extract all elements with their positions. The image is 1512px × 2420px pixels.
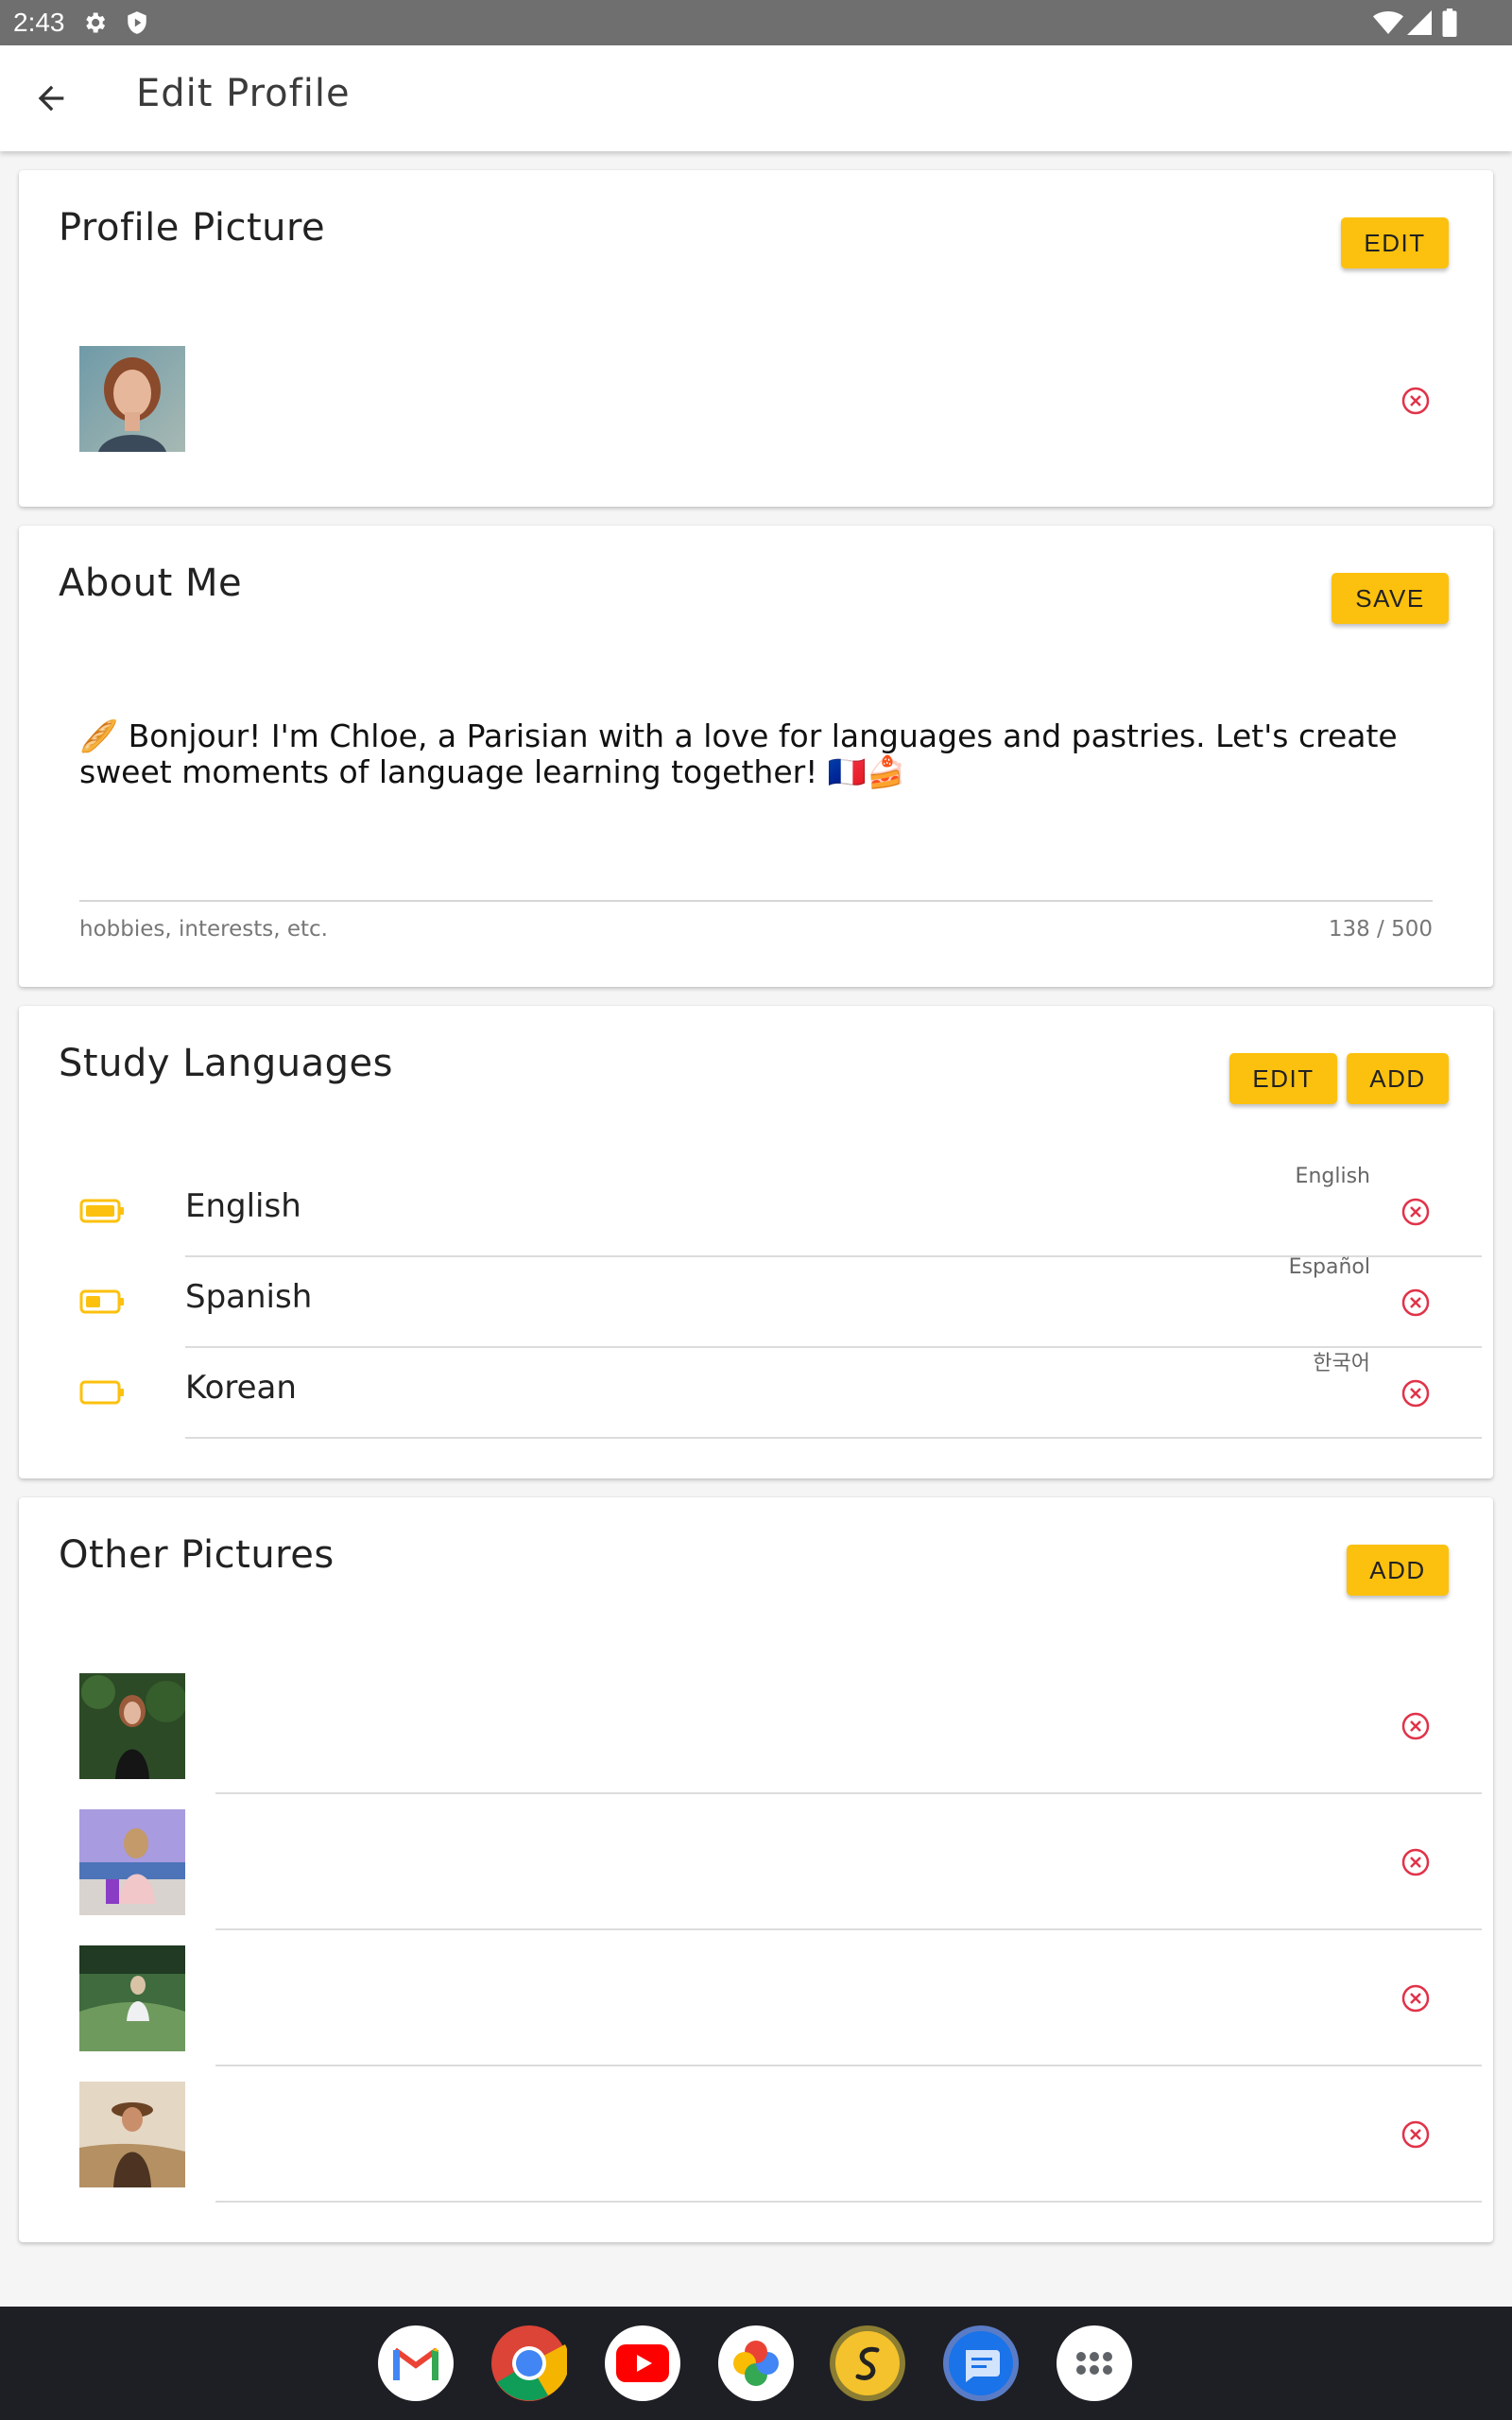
app-bar: Edit Profile <box>0 45 1512 151</box>
list-divider <box>185 1255 1482 1257</box>
add-language-button[interactable]: ADD <box>1347 1053 1449 1104</box>
list-divider <box>185 1346 1482 1348</box>
about-me-card: About Me SAVE 🥖 Bonjour! I'm Chloe, a Pa… <box>19 526 1493 987</box>
photos-icon[interactable] <box>718 2325 794 2401</box>
card-title: Other Pictures <box>59 1533 335 1577</box>
add-picture-button[interactable]: ADD <box>1347 1545 1449 1596</box>
remove-picture-icon[interactable] <box>1400 2119 1431 2150</box>
photo-thumbnail[interactable] <box>79 1945 185 2051</box>
list-divider <box>185 1437 1482 1439</box>
profile-photo[interactable] <box>79 346 185 452</box>
card-title: About Me <box>59 562 243 605</box>
list-divider <box>215 1792 1482 1794</box>
apps-icon[interactable] <box>1057 2325 1132 2401</box>
battery-icon <box>1442 9 1457 37</box>
app-s-icon[interactable] <box>830 2325 905 2401</box>
photo-thumbnail[interactable] <box>79 1809 185 1915</box>
gmail-icon[interactable] <box>378 2325 454 2401</box>
app-dock <box>0 2307 1512 2420</box>
youtube-icon[interactable] <box>605 2325 680 2401</box>
remove-picture-icon[interactable] <box>1400 1847 1431 1877</box>
about-me-textarea[interactable]: 🥖 Bonjour! I'm Chloe, a Parisian with a … <box>79 718 1440 790</box>
settings-gear-icon <box>86 12 106 33</box>
profile-picture-card: Profile Picture EDIT <box>19 170 1493 507</box>
remove-language-icon[interactable] <box>1400 1378 1431 1409</box>
language-native-name: Español <box>1288 1255 1370 1279</box>
page-title: Edit Profile <box>136 72 351 115</box>
remove-profile-picture-icon[interactable] <box>1400 386 1431 416</box>
arrow-left-icon[interactable] <box>28 79 74 117</box>
remove-language-icon[interactable] <box>1400 1197 1431 1227</box>
language-native-name: English <box>1295 1165 1370 1188</box>
save-about-me-button[interactable]: SAVE <box>1332 573 1449 624</box>
remove-language-icon[interactable] <box>1400 1288 1431 1318</box>
remove-picture-icon[interactable] <box>1400 1983 1431 2014</box>
status-time: 2:43 <box>13 8 65 37</box>
edit-profile-picture-button[interactable]: EDIT <box>1341 217 1449 268</box>
language-name: Spanish <box>185 1278 313 1316</box>
language-name: English <box>185 1187 301 1225</box>
status-bar: 2:43 <box>0 0 1512 45</box>
cell-signal-icon <box>1407 10 1432 35</box>
chrome-icon[interactable] <box>491 2325 567 2401</box>
wifi-icon <box>1373 11 1403 34</box>
list-divider <box>215 1928 1482 1930</box>
character-counter: 138 / 500 <box>1328 917 1433 942</box>
messages-icon[interactable] <box>943 2325 1019 2401</box>
card-title: Study Languages <box>59 1042 393 1085</box>
photo-thumbnail[interactable] <box>79 1673 185 1779</box>
battery-empty-icon <box>79 1380 124 1405</box>
language-name: Korean <box>185 1369 297 1407</box>
battery-full-icon <box>79 1199 124 1223</box>
edit-languages-button[interactable]: EDIT <box>1229 1053 1337 1104</box>
list-divider <box>215 2201 1482 2203</box>
study-languages-card: Study Languages EDIT ADD English English… <box>19 1006 1493 1478</box>
about-me-hint: hobbies, interests, etc. <box>79 917 328 942</box>
battery-half-icon <box>79 1289 124 1314</box>
photo-thumbnail[interactable] <box>79 2082 185 2187</box>
play-protect-icon <box>128 11 146 34</box>
other-pictures-card: Other Pictures ADD <box>19 1497 1493 2242</box>
card-title: Profile Picture <box>59 206 326 250</box>
list-divider <box>215 2065 1482 2066</box>
textarea-underline <box>79 900 1433 902</box>
remove-picture-icon[interactable] <box>1400 1711 1431 1741</box>
language-native-name: 한국어 <box>1313 1352 1370 1375</box>
